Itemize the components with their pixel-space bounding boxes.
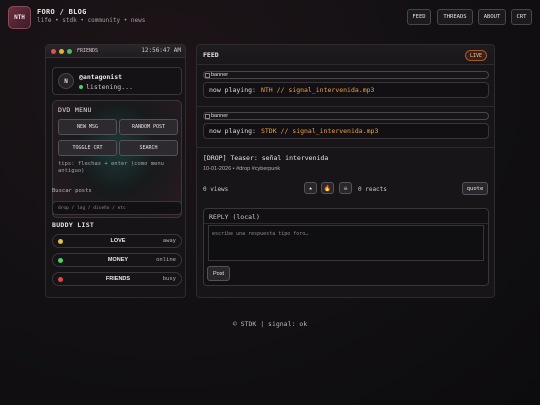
search-input[interactable]: drop / log / diseño / etc xyxy=(52,201,182,215)
banner-alt: banner xyxy=(211,113,229,119)
dvd-tips: tips: flechas + enter (como menu antiguo… xyxy=(58,161,164,174)
profile-card: N @antagonist listening... xyxy=(52,67,182,95)
site-title: FORO / BLOG xyxy=(37,8,87,16)
buddy-item-friends[interactable]: FRIENDS busy xyxy=(52,272,182,286)
status-text: listening... xyxy=(86,83,133,91)
now-playing-bar[interactable]: now playing: NTH // signal_intervenida.m… xyxy=(203,82,489,98)
views-count: 0 views xyxy=(203,186,229,193)
footer: © STDK | signal: ok xyxy=(232,320,308,328)
nav-feed[interactable]: FEED xyxy=(407,9,431,25)
window-titlebar: FRIENDS 12:56:47 AM xyxy=(46,45,185,58)
profile-handle: @antagonist xyxy=(79,73,123,81)
buddy-list-title: BUDDY LIST xyxy=(52,221,95,229)
now-playing-card: banner now playing: STDK // signal_inter… xyxy=(203,112,489,139)
random-post-button[interactable]: RANDOM POST xyxy=(119,119,178,135)
divider xyxy=(197,147,494,148)
buddy-item-love[interactable]: LOVE away xyxy=(52,234,182,248)
maximize-dot-icon[interactable] xyxy=(67,49,72,54)
reply-title: REPLY (local) xyxy=(209,213,260,221)
quote-button[interactable]: quote xyxy=(462,182,488,195)
broken-image-icon xyxy=(205,73,210,78)
feed-header: FEED LIVE xyxy=(197,45,494,65)
star-react-button[interactable]: ★ xyxy=(304,182,317,194)
banner-alt: banner xyxy=(211,72,229,78)
banner-image: banner xyxy=(203,71,489,79)
reacts-count: 0 reacts xyxy=(358,186,387,193)
post-title[interactable]: [DROP] Teaser: señal intervenida xyxy=(203,154,328,162)
profile-status: listening... xyxy=(79,83,133,91)
now-playing-track: STDK // signal_intervenida.mp3 xyxy=(260,127,379,135)
buddy-item-money[interactable]: MONEY online xyxy=(52,253,182,267)
feed-title: FEED xyxy=(203,51,219,59)
post-meta: 10-01-2026 • #drop #cyberpunk xyxy=(203,166,281,172)
feed-panel: FEED LIVE banner now playing: NTH // sig… xyxy=(196,44,495,298)
reply-box: REPLY (local) xyxy=(203,208,489,286)
fire-react-button[interactable]: 🔥 xyxy=(321,182,334,194)
post-button[interactable]: Post xyxy=(207,266,230,281)
live-badge: LIVE xyxy=(465,50,487,61)
broken-image-icon xyxy=(205,114,210,119)
buddy-state: busy xyxy=(162,276,176,282)
now-playing-card: banner now playing: NTH // signal_interv… xyxy=(203,71,489,98)
search-button[interactable]: SEARCH xyxy=(119,140,178,156)
close-dot-icon[interactable] xyxy=(51,49,56,54)
nav-about[interactable]: ABOUT xyxy=(478,9,506,25)
window-label: FRIENDS xyxy=(77,48,99,54)
now-playing-label: now playing: xyxy=(209,86,256,94)
now-playing-track: NTH // signal_intervenida.mp3 xyxy=(260,86,375,94)
divider xyxy=(204,223,488,224)
banner-image: banner xyxy=(203,112,489,120)
nav-threads[interactable]: THREADS xyxy=(437,9,473,25)
clock: 12:56:47 AM xyxy=(141,47,181,54)
buddy-state: away xyxy=(162,238,176,244)
toggle-crt-button[interactable]: TOGGLE CRT xyxy=(58,140,117,156)
friends-window: FRIENDS 12:56:47 AM N @antagonist listen… xyxy=(45,44,186,298)
nav-crt[interactable]: CRT xyxy=(511,9,532,25)
now-playing-bar[interactable]: now playing: STDK // signal_intervenida.… xyxy=(203,123,489,139)
divider xyxy=(197,106,494,107)
dvd-menu-title: DVD MENU xyxy=(58,106,92,114)
reply-textarea[interactable] xyxy=(208,225,484,261)
minimize-dot-icon[interactable] xyxy=(59,49,64,54)
avatar: N xyxy=(58,73,74,89)
now-playing-label: now playing: xyxy=(209,127,256,135)
site-logo[interactable]: NTH xyxy=(8,6,31,29)
skull-react-button[interactable]: ☠ xyxy=(339,182,352,194)
site-subtitle: life • stdk • community • news xyxy=(37,17,146,24)
site-header: NTH FORO / BLOG life • stdk • community … xyxy=(0,0,540,36)
buddy-state: online xyxy=(156,257,176,263)
online-dot-icon xyxy=(79,85,83,89)
new-msg-button[interactable]: NEW MSG xyxy=(58,119,117,135)
search-label: Buscar posts xyxy=(52,188,92,194)
